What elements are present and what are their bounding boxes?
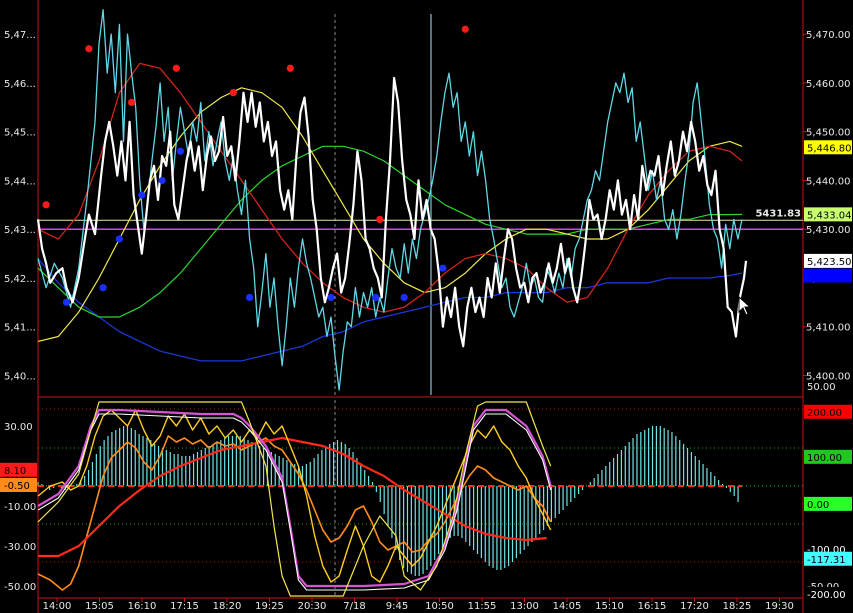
price-left-tick-label: 5,44...	[4, 176, 36, 187]
blue-signal-dot	[372, 293, 380, 302]
osc-right-badge-label: -117.31	[807, 555, 846, 566]
blue-signal-dot	[99, 284, 107, 292]
price-right-tick-label: 5,470.00	[806, 30, 851, 41]
blue-signal-dot	[138, 191, 146, 199]
x-axis-label: 20:30	[298, 601, 327, 612]
osc-left-tick-label: -30.00	[4, 542, 36, 553]
mouse-pointer-icon	[738, 296, 752, 316]
red-signal-dot	[461, 25, 469, 33]
x-axis-label: 16:10	[128, 601, 157, 612]
price-badge-label: 5,446.80	[807, 143, 852, 154]
osc-right-badge-label: 200.00	[807, 408, 842, 419]
chart-canvas[interactable]: 5,47... 5,46... 5,45... 5,44... 5,43... 5,42.…	[0, 0, 853, 613]
blue-signal-dot	[245, 293, 254, 302]
x-axis-label: 17:15	[170, 601, 199, 612]
blue-signal-dot	[327, 293, 335, 302]
price-right-tick-label: 5,460.00	[806, 79, 851, 90]
red-signal-dot	[42, 201, 50, 209]
x-axis-label: 17:20	[680, 601, 709, 612]
price-left-tick-label: 5,43...	[4, 225, 36, 236]
red-signal-dot	[127, 98, 136, 107]
osc-left-badge-label: 8.10	[4, 466, 26, 477]
price-right-tick-label: 5,450.00	[806, 128, 851, 139]
x-axis-label: 9:45	[386, 601, 408, 612]
x-axis-label: 10:50	[425, 601, 454, 612]
price-badge-label: 5,433.04	[807, 210, 852, 221]
osc-left-tick-label: -50.00	[4, 582, 36, 593]
price-right-tick-label: 5,400.00	[806, 371, 851, 382]
osc-right-badge-label: 0.00	[807, 500, 829, 511]
x-axis-label: 15:10	[595, 601, 624, 612]
price-left-tick-label: 5,41...	[4, 323, 36, 334]
price-left-tick-label: 5,42...	[4, 274, 36, 285]
blue-signal-dot	[62, 298, 71, 306]
blue-signal-dot	[439, 264, 447, 272]
x-axis-label: 19:25	[255, 601, 284, 612]
x-axis-label: 14:05	[553, 601, 582, 612]
osc-right-tick-label: 50.00	[807, 382, 836, 393]
x-axis-label: 15:05	[85, 601, 114, 612]
osc-left-tick-label: -10.00	[4, 502, 36, 513]
price-badge-label: 5,423.50	[807, 257, 852, 268]
price-right-tick-label: 5,440.00	[806, 176, 851, 187]
price-left-tick-label: 5,47...	[4, 30, 36, 41]
x-axis-label: 16:15	[638, 601, 667, 612]
osc-right-badge-label: 100.00	[807, 453, 842, 464]
price-left-tick-label: 5,45...	[4, 128, 36, 139]
osc-left-badge-label: -0.50	[4, 481, 30, 492]
red-signal-dot	[286, 64, 294, 72]
x-axis-label: 11:55	[468, 601, 497, 612]
x-axis-label: 13:00	[510, 601, 539, 612]
osc-right-badge-label: -200.00	[807, 590, 846, 601]
price-left-tick-label: 5,40...	[4, 371, 36, 382]
price-right-tick-label: 5,410.00	[806, 323, 851, 334]
blue-signal-dot	[158, 176, 166, 185]
red-signal-dot	[376, 215, 384, 224]
x-axis-label: 14:00	[43, 601, 72, 612]
red-signal-dot	[85, 45, 93, 53]
blue-signal-dot	[400, 293, 408, 302]
x-axis-label: 19:30	[765, 601, 794, 612]
x-axis-label: 18:25	[723, 601, 752, 612]
blue-signal-dot	[176, 147, 185, 155]
red-signal-dot	[172, 64, 180, 72]
crosshair-value-label: 5431.83	[755, 208, 801, 219]
price-right-tick-label: 5,430.00	[806, 225, 851, 236]
blue-signal-dot	[115, 235, 123, 243]
price-badge-label: 5,420.50	[807, 272, 852, 283]
x-axis-label: 7/18	[343, 601, 365, 612]
x-axis-label: 18:20	[213, 601, 242, 612]
red-signal-dot	[229, 89, 237, 97]
osc-left-tick-label: 30.00	[4, 422, 33, 433]
price-left-tick-label: 5,46...	[4, 79, 36, 90]
